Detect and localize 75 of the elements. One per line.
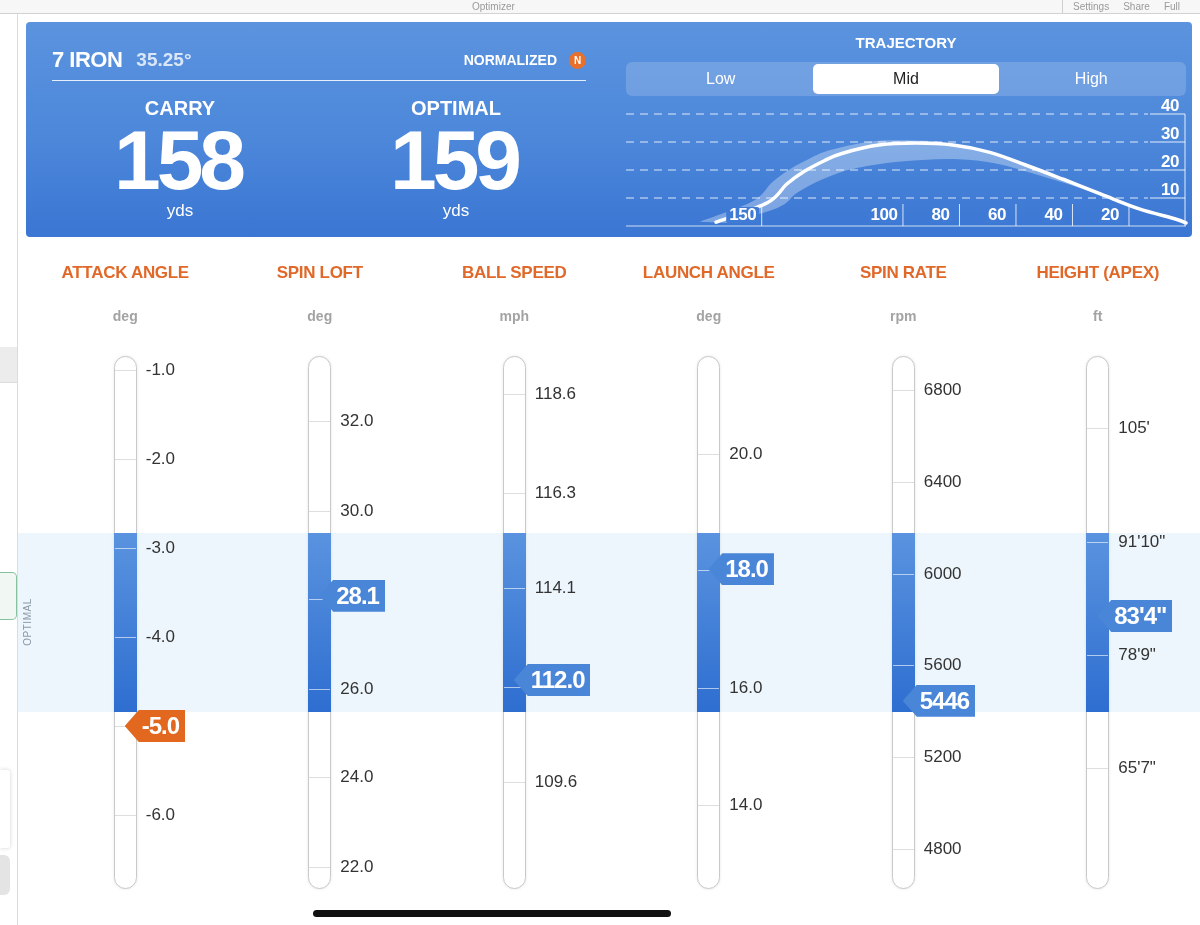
normalized-badge: N — [569, 51, 586, 69]
toolbar-button[interactable]: Settings — [1073, 0, 1110, 13]
stat-value: 159 — [389, 124, 520, 196]
axis-label: 20 — [1101, 205, 1119, 224]
value-marker: 83'4" — [1097, 600, 1173, 633]
tick-label: -2.0 — [145, 448, 176, 469]
tick-label: -3.0 — [145, 537, 176, 558]
sidebar-item[interactable] — [0, 347, 17, 383]
metric-unit: deg — [112, 307, 138, 326]
axis-label: 10 — [1161, 180, 1179, 199]
tick-label: 109.6 — [534, 771, 578, 792]
normalized-label: NORMALIZED — [463, 52, 557, 68]
tick-label: 105' — [1118, 417, 1150, 438]
axis-label: 100 — [870, 205, 898, 224]
toolbar-button[interactable]: Share — [1123, 0, 1150, 13]
tick-label: 114.1 — [534, 577, 577, 598]
metric-title: ATTACK ANGLE — [61, 263, 189, 283]
axis-label: 60 — [988, 205, 1006, 224]
tick-label: 5600 — [923, 655, 962, 676]
segment-tab[interactable]: Mid — [813, 64, 999, 94]
axis-label: 40 — [1161, 96, 1179, 115]
club-name: 7 IRON — [52, 47, 123, 73]
stat-value: 158 — [113, 124, 244, 196]
tick-label: 14.0 — [729, 794, 763, 815]
tick-label: 5200 — [923, 746, 962, 767]
tick-label: 6800 — [923, 380, 962, 401]
metric-unit: deg — [307, 307, 333, 326]
metric-title: SPIN LOFT — [276, 263, 363, 283]
tick-label: 65'7" — [1118, 758, 1156, 778]
stat-unit: yds — [166, 201, 194, 221]
toolbar-button[interactable]: Full — [1163, 0, 1180, 13]
tick-label: 6000 — [923, 564, 962, 584]
segment-tab[interactable]: High — [998, 64, 1184, 94]
stat-unit: yds — [442, 201, 470, 221]
tick-label: 22.0 — [340, 856, 374, 877]
metric-title: SPIN RATE — [859, 263, 947, 283]
value-marker: 112.0 — [513, 664, 591, 697]
sidebar-item[interactable] — [0, 855, 10, 895]
axis-label: 150 — [729, 205, 757, 224]
metric-unit: rpm — [890, 307, 917, 326]
tick-label: 4800 — [923, 839, 962, 859]
tick-label: 24.0 — [340, 767, 374, 788]
axis-label: 20 — [1161, 152, 1179, 171]
tick-label: 118.6 — [534, 383, 577, 404]
axis-label: 30 — [1161, 124, 1179, 143]
club-loft: 35.25° — [136, 49, 192, 71]
axis-label: 40 — [1044, 205, 1063, 224]
metric-unit: ft — [1093, 307, 1103, 326]
tick-label: 91'10" — [1118, 532, 1166, 552]
tick-label: 30.0 — [340, 501, 374, 522]
value-marker: -5.0 — [124, 709, 186, 742]
tick-label: 116.3 — [534, 482, 577, 503]
tick-label: 16.0 — [729, 678, 763, 699]
stat-label: CARRY — [144, 97, 216, 119]
tick-label: 26.0 — [340, 678, 374, 699]
metric-title: BALL SPEED — [462, 263, 567, 283]
metric-unit: deg — [696, 307, 722, 326]
tick-label: -1.0 — [145, 359, 176, 380]
app-title: Optimizer — [472, 0, 515, 13]
metric-unit: mph — [499, 307, 530, 326]
tick-label: -6.0 — [145, 805, 176, 826]
metric-title: LAUNCH ANGLE — [642, 263, 775, 283]
stat-label: OPTIMAL — [411, 97, 501, 119]
tick-label: 20.0 — [729, 444, 763, 465]
tick-label: 78'9" — [1118, 645, 1156, 665]
section-title: TRAJECTORY — [855, 34, 957, 52]
tick-label: 32.0 — [340, 411, 374, 431]
tick-label: 6400 — [923, 471, 962, 492]
sidebar-item[interactable] — [0, 572, 17, 620]
axis-label: 80 — [931, 205, 950, 224]
segment-tab[interactable]: Low — [628, 64, 814, 94]
metric-title: HEIGHT (APEX) — [1036, 263, 1160, 283]
tick-label: -4.0 — [145, 626, 176, 647]
optimal-zone-label: OPTIMAL — [21, 598, 33, 647]
value-marker: 18.0 — [708, 553, 774, 586]
